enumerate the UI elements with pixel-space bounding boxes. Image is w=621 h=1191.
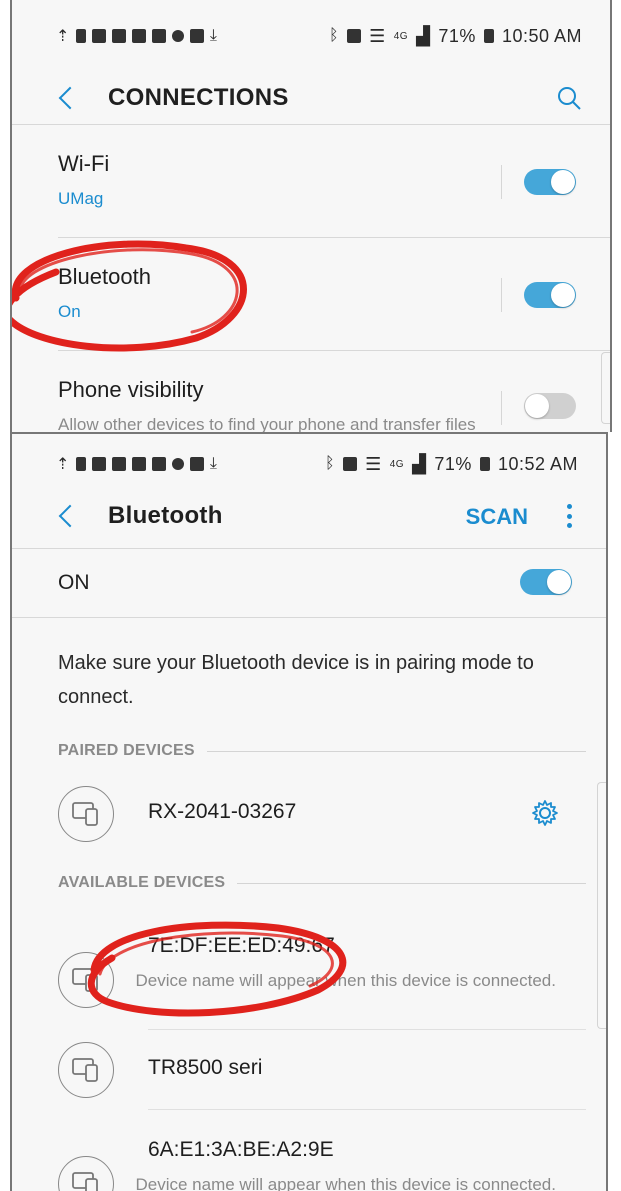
clock: 10:52 AM <box>497 453 578 474</box>
gear-icon[interactable] <box>530 798 560 828</box>
calendar-icon <box>131 29 146 43</box>
divider <box>501 165 502 199</box>
notification-icon <box>75 457 86 471</box>
master-toggle-label: ON <box>58 571 90 594</box>
wifi-icon: ☰ <box>365 453 382 474</box>
help-text: Make sure your Bluetooth device is in pa… <box>58 652 534 708</box>
network-type: 4G <box>389 458 405 470</box>
paired-device-row[interactable]: RX-2041-03267 <box>12 774 606 854</box>
divider <box>206 750 586 752</box>
download-icon: ⤓ <box>209 455 218 472</box>
bluetooth-icon: ᛒ <box>324 455 336 472</box>
devices-icon <box>58 1042 114 1098</box>
scan-button[interactable]: SCAN <box>466 504 528 530</box>
scrollbar[interactable] <box>597 782 606 1029</box>
back-icon[interactable] <box>58 504 82 528</box>
youtube-icon <box>189 457 204 471</box>
setting-bluetooth[interactable]: Bluetooth On <box>12 238 610 350</box>
device-name: RX-2041-03267 <box>148 800 297 823</box>
setting-title: Bluetooth <box>58 264 151 289</box>
download-icon: ⤓ <box>209 27 218 44</box>
notification-icon <box>75 29 86 43</box>
setting-title: Wi-Fi <box>58 151 110 176</box>
connections-screen: ⇡ ⤓ ᛒ ☰ 4G ▟ 71% 10:50 AM CONNECTIONS Wi… <box>10 0 612 432</box>
divider <box>501 278 502 312</box>
system-icons: ᛒ ☰ 4G ▟ 71% 10:50 AM <box>329 26 582 47</box>
gallery-icon <box>111 29 126 43</box>
nfc-icon <box>343 457 358 471</box>
back-icon[interactable] <box>58 86 82 110</box>
bluetooth-toggle[interactable] <box>524 282 576 308</box>
wifi-icon: ☰ <box>369 25 386 46</box>
setting-subtitle: On <box>58 302 81 321</box>
system-icons: ᛒ ☰ 4G ▟ 71% 10:52 AM <box>325 454 578 475</box>
notification-icons: ⇡ ⤓ <box>56 454 217 474</box>
available-device-row[interactable]: 7E:DF:EE:ED:49:67 Device name will appea… <box>12 906 606 1030</box>
battery-percent: 71% <box>434 453 472 474</box>
devices-icon <box>58 1156 114 1191</box>
phone-visibility-toggle[interactable] <box>524 393 576 419</box>
youtube-icon <box>189 29 204 43</box>
network-type: 4G <box>393 30 409 42</box>
divider <box>237 882 586 884</box>
device-subtitle: Device name will appear when this device… <box>135 971 556 990</box>
paired-devices-header: PAIRED DEVICES <box>12 728 606 774</box>
available-device-row[interactable]: 6A:E1:3A:BE:A2:9E Device name will appea… <box>12 1110 606 1191</box>
battery-icon <box>479 457 490 471</box>
available-devices-header: AVAILABLE DEVICES <box>12 860 606 906</box>
image-icon <box>151 29 166 43</box>
battery-percent: 71% <box>438 25 476 46</box>
device-name: 7E:DF:EE:ED:49:67 <box>148 934 335 957</box>
setting-phone-visibility[interactable]: Phone visibility Allow other devices to … <box>12 351 610 432</box>
app-bar: Bluetooth SCAN <box>12 494 606 538</box>
device-name: TR8500 seri <box>148 1056 263 1079</box>
setting-wifi[interactable]: Wi-Fi UMag <box>12 125 610 237</box>
bluetooth-master-row[interactable]: ON <box>12 549 606 617</box>
upload-icon: ⇡ <box>56 28 70 45</box>
lock-icon <box>171 30 184 42</box>
divider <box>501 391 502 425</box>
image-icon <box>151 457 166 471</box>
available-device-row[interactable]: TR8500 seri <box>12 1030 606 1110</box>
device-subtitle: Device name will appear when this device… <box>135 1175 556 1191</box>
wifi-toggle[interactable] <box>524 169 576 195</box>
scrollbar[interactable] <box>601 352 610 424</box>
page-title: Bluetooth <box>108 502 223 529</box>
status-bar: ⇡ ⤓ ᛒ ☰ 4G ▟ 71% 10:52 AM <box>12 434 606 494</box>
notification-icons: ⇡ ⤓ <box>56 26 217 46</box>
mail-icon <box>91 29 106 43</box>
lock-icon <box>171 458 184 470</box>
app-bar: CONNECTIONS <box>12 72 610 124</box>
upload-icon: ⇡ <box>56 456 70 473</box>
signal-icon: ▟ <box>412 453 427 474</box>
page-title: CONNECTIONS <box>108 84 289 111</box>
setting-subtitle: UMag <box>58 189 104 208</box>
search-icon[interactable] <box>556 85 582 111</box>
more-icon[interactable] <box>566 504 572 528</box>
clock: 10:50 AM <box>501 25 582 46</box>
device-name: 6A:E1:3A:BE:A2:9E <box>148 1138 334 1161</box>
setting-title: Phone visibility <box>58 377 204 402</box>
status-bar: ⇡ ⤓ ᛒ ☰ 4G ▟ 71% 10:50 AM <box>12 0 610 72</box>
section-label: AVAILABLE DEVICES <box>58 874 226 891</box>
gallery-icon <box>111 457 126 471</box>
signal-icon: ▟ <box>416 25 431 46</box>
setting-subtitle: Allow other devices to find your phone a… <box>58 415 476 432</box>
bluetooth-screen: ⇡ ⤓ ᛒ ☰ 4G ▟ 71% 10:52 AM Bluetooth SCAN <box>10 432 608 1191</box>
bluetooth-icon: ᛒ <box>328 27 340 44</box>
nfc-icon <box>347 29 362 43</box>
mail-icon <box>91 457 106 471</box>
bluetooth-master-toggle[interactable] <box>520 569 572 595</box>
section-label: PAIRED DEVICES <box>58 742 195 759</box>
battery-icon <box>483 29 494 43</box>
devices-icon <box>58 952 114 1008</box>
calendar-icon <box>131 457 146 471</box>
devices-icon <box>58 786 114 842</box>
